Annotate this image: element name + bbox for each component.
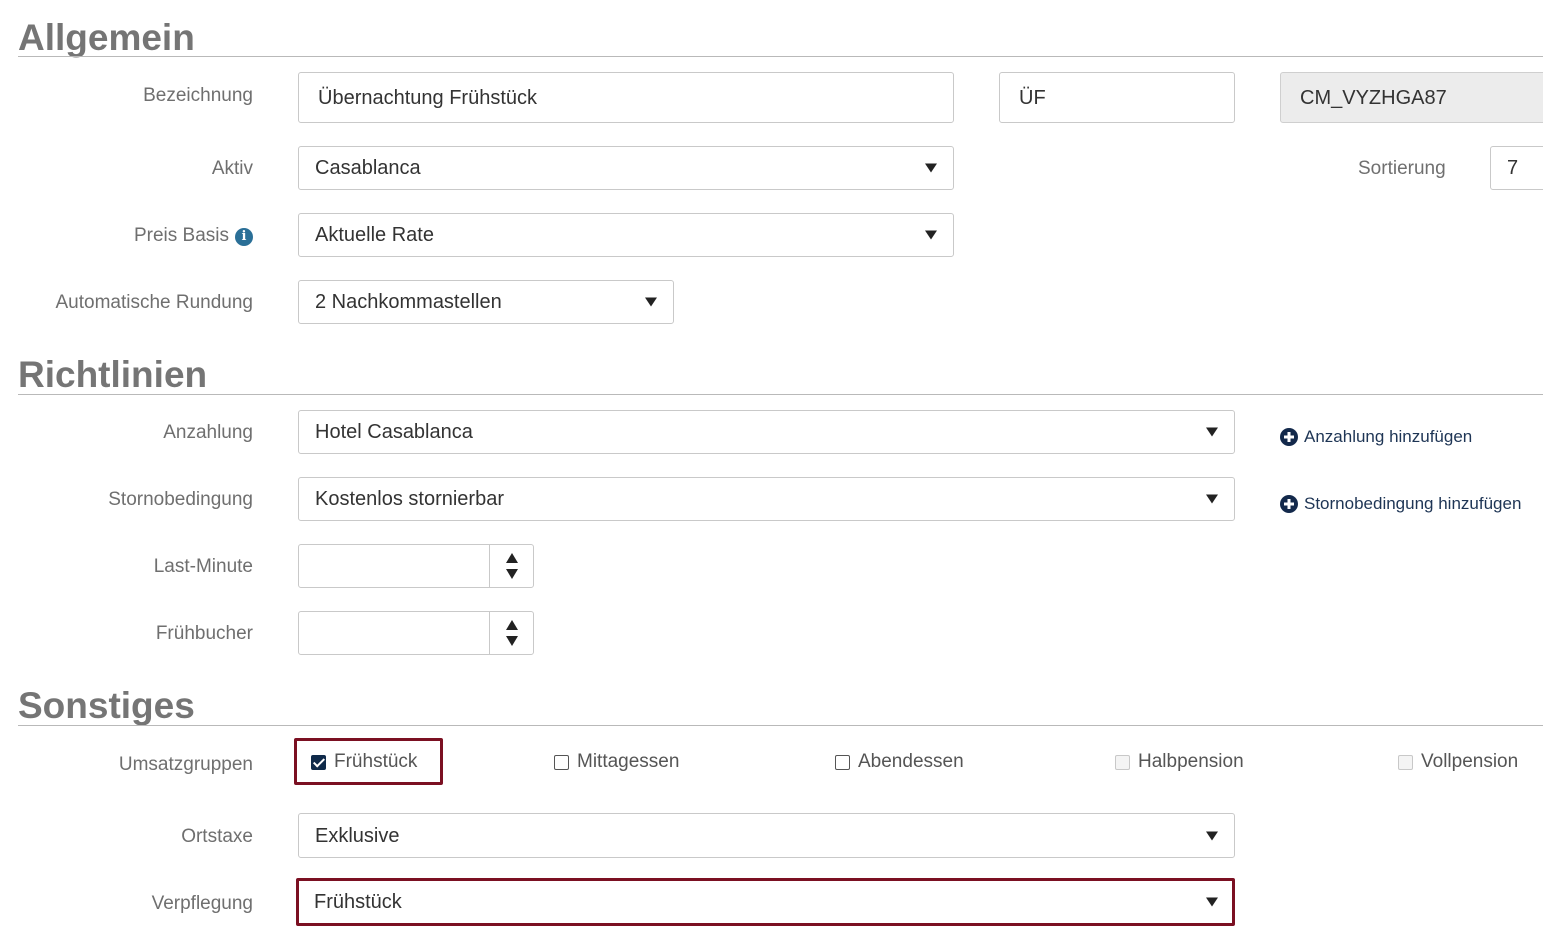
label-bezeichnung: Bezeichnung (143, 85, 253, 106)
last-minute-stepper[interactable] (298, 544, 534, 588)
rundung-value: 2 Nachkommastellen (315, 291, 502, 313)
code-input: CM_VYZHGA87 (1280, 72, 1543, 123)
checkbox-fruehstueck[interactable]: Frühstück (311, 751, 417, 773)
sortierung-value: 7 (1507, 157, 1519, 179)
stepper-buttons[interactable] (489, 612, 533, 654)
label-aktiv: Aktiv (211, 158, 253, 179)
short-name-value: ÜF (1019, 86, 1046, 109)
plus-circle-icon (1280, 495, 1298, 513)
code-value: CM_VYZHGA87 (1300, 86, 1447, 109)
ortstaxe-value: Exklusive (315, 824, 400, 847)
storno-select[interactable]: Kostenlos stornierbar (298, 477, 1235, 521)
checkbox-disabled-icon (1398, 754, 1413, 770)
label-umsatzgruppen: Umsatzgruppen (118, 754, 253, 775)
stepper-buttons[interactable] (489, 545, 533, 587)
add-anzahlung-label: Anzahlung hinzufügen (1304, 427, 1473, 446)
verpflegung-value: Frühstück (314, 891, 402, 913)
chevron-down-icon (1206, 494, 1218, 504)
storno-value: Kostenlos stornierbar (315, 488, 504, 510)
anzahlung-select[interactable]: Hotel Casablanca (298, 410, 1235, 454)
label-preis-basis-text: Preis Basis (133, 225, 229, 246)
checkbox-icon[interactable] (835, 754, 850, 770)
checkbox-checked-icon[interactable] (311, 754, 326, 770)
label-verpflegung: Verpflegung (151, 893, 253, 914)
section-title-allgemein: Allgemein (18, 17, 195, 58)
sortierung-input[interactable]: 7 (1490, 146, 1543, 190)
bezeichnung-input[interactable]: Übernachtung Frühstück (298, 72, 954, 123)
arrow-down-icon[interactable] (505, 569, 518, 579)
section-divider (18, 725, 1543, 726)
section-divider (18, 394, 1543, 395)
plus-circle-icon (1280, 428, 1298, 446)
checkbox-icon[interactable] (554, 754, 569, 770)
label-anzahlung: Anzahlung (163, 422, 253, 443)
label-preis-basis: Preis Basis i (134, 225, 253, 247)
fruehbucher-stepper[interactable] (298, 611, 534, 655)
section-title-sonstiges: Sonstiges (18, 685, 195, 726)
section-title-richtlinien: Richtlinien (18, 354, 208, 395)
short-name-input[interactable]: ÜF (999, 72, 1235, 123)
chevron-down-icon (1206, 831, 1218, 840)
preis-basis-value: Aktuelle Rate (315, 224, 434, 246)
label-storno: Stornobedingung (108, 489, 253, 510)
arrow-down-icon[interactable] (505, 636, 518, 646)
checkbox-mittagessen[interactable]: Mittagessen (554, 751, 679, 773)
checkbox-vollpension: Vollpension (1398, 751, 1518, 773)
checkbox-halbpension: Halbpension (1115, 751, 1244, 773)
checkbox-label: Halbpension (1138, 751, 1244, 772)
checkbox-abendessen[interactable]: Abendessen (835, 751, 964, 773)
preis-basis-select[interactable]: Aktuelle Rate (298, 213, 954, 257)
chevron-down-icon (1206, 897, 1218, 907)
label-ortstaxe: Ortstaxe (181, 826, 253, 847)
chevron-down-icon (1206, 427, 1218, 437)
add-anzahlung-link[interactable]: Anzahlung hinzufügen (1280, 427, 1472, 447)
aktiv-value: Casablanca (315, 157, 421, 179)
label-rundung: Automatische Rundung (55, 292, 253, 313)
checkbox-label: Abendessen (858, 751, 964, 772)
add-storno-link[interactable]: Stornobedingung hinzufügen (1280, 494, 1521, 514)
info-icon[interactable]: i (235, 228, 253, 246)
aktiv-select[interactable]: Casablanca (298, 146, 954, 190)
label-fruehbucher: Frühbucher (155, 623, 253, 644)
add-storno-label: Stornobedingung hinzufügen (1304, 494, 1522, 513)
ortstaxe-select[interactable]: Exklusive (298, 813, 1235, 858)
chevron-down-icon (925, 163, 937, 173)
checkbox-label: Vollpension (1421, 751, 1519, 772)
chevron-down-icon (925, 230, 937, 240)
anzahlung-value: Hotel Casablanca (315, 421, 473, 443)
rundung-select[interactable]: 2 Nachkommastellen (298, 280, 674, 324)
verpflegung-select[interactable]: Frühstück (296, 878, 1235, 926)
arrow-up-icon[interactable] (505, 553, 518, 563)
label-sortierung: Sortierung (1358, 158, 1446, 179)
section-divider (18, 56, 1543, 57)
checkbox-label: Frühstück (334, 751, 418, 772)
checkbox-disabled-icon (1115, 754, 1130, 770)
chevron-down-icon (645, 297, 657, 307)
label-last-minute: Last-Minute (153, 556, 253, 577)
bezeichnung-value: Übernachtung Frühstück (318, 86, 538, 109)
checkbox-label: Mittagessen (577, 751, 680, 772)
arrow-up-icon[interactable] (505, 620, 518, 630)
